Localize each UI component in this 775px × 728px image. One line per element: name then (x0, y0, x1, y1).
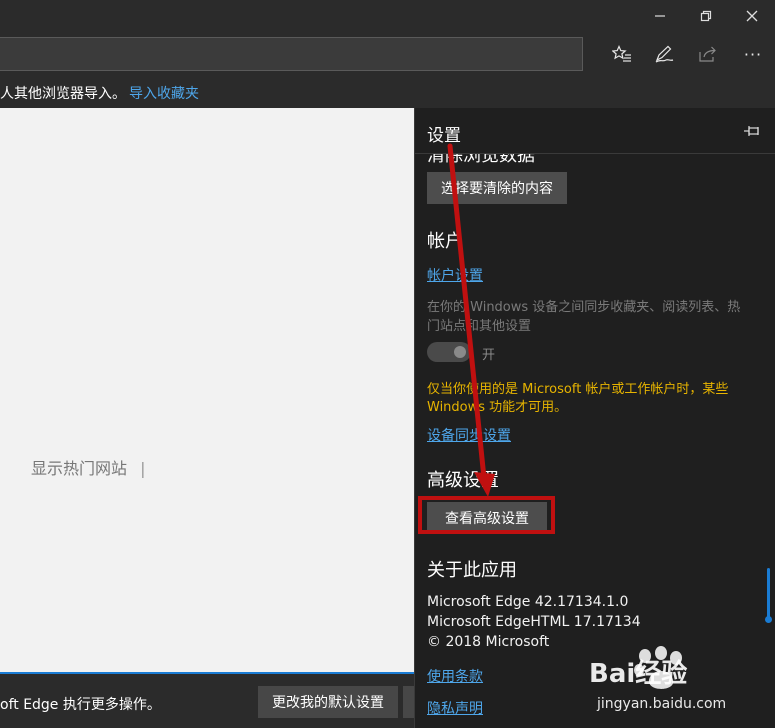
pen-icon (655, 45, 674, 63)
more-icon: ··· (743, 44, 763, 64)
pin-pane-button[interactable] (740, 120, 764, 142)
title-bar (0, 0, 775, 32)
favorites-button[interactable] (604, 38, 640, 70)
toggle-knob (454, 346, 466, 358)
restore-icon (700, 10, 712, 22)
edge-version: Microsoft Edge 42.17134.1.0 (427, 594, 629, 610)
show-top-sites-link[interactable]: 显示热门网站 | (31, 455, 146, 479)
notification-secondary-button[interactable] (403, 686, 414, 718)
notification-message: oft Edge 执行更多操作。 (0, 697, 161, 713)
new-tab-page: 显示热门网站 | (0, 108, 414, 674)
scrollbar-thumb-end (765, 616, 772, 623)
scrollbar-thumb[interactable] (767, 568, 770, 618)
account-settings-link[interactable]: 帐户设置 (427, 265, 483, 285)
sync-toggle[interactable] (427, 342, 471, 362)
settings-title: 设置 (427, 126, 461, 146)
settings-scrollbar[interactable] (765, 568, 772, 626)
advanced-heading: 高级设置 (427, 470, 499, 491)
share-icon (699, 46, 716, 62)
choose-clear-button[interactable]: 选择要清除的内容 (427, 172, 567, 204)
web-note-button[interactable] (646, 38, 682, 70)
change-default-button[interactable]: 更改我的默认设置 (258, 686, 398, 718)
copyright-text: © 2018 Microsoft (427, 634, 550, 650)
share-button[interactable] (690, 38, 726, 70)
sync-warning-line1: 仅当你使用的是 Microsoft 帐户或工作帐户时，某些 (427, 382, 729, 397)
terms-link[interactable]: 使用条款 (427, 666, 483, 686)
minimize-icon (655, 15, 665, 17)
edgehtml-version: Microsoft EdgeHTML 17.17134 (427, 614, 641, 630)
navigation-bar: ··· (0, 32, 775, 76)
account-heading: 帐户 (427, 231, 463, 252)
restore-button[interactable] (683, 0, 729, 32)
sync-description-line2: 门站点和其他设置 (427, 319, 532, 334)
watermark-brand: Bai经验 (589, 658, 687, 689)
close-window-button[interactable] (729, 0, 775, 32)
pin-icon (744, 126, 759, 136)
baidu-watermark: Bai经验 jingyan.baidu.com (589, 646, 726, 712)
text-cursor: | (140, 459, 146, 478)
settings-pane: 设置 清除浏览数据 选择要清除的内容 帐户 帐户设置 在你的 Windows 设… (414, 108, 775, 728)
watermark-url: jingyan.baidu.com (596, 696, 726, 712)
favorites-icon (612, 45, 631, 62)
address-bar[interactable] (0, 37, 583, 71)
import-favorites-link[interactable]: 导入收藏夹 (129, 83, 199, 103)
close-icon (746, 10, 758, 22)
sync-description-line1: 在你的 Windows 设备之间同步收藏夹、阅读列表、热 (427, 300, 741, 315)
settings-header: 设置 (415, 108, 775, 154)
about-heading: 关于此应用 (427, 560, 517, 581)
sync-warning-line2: Windows 功能才可用。 (427, 400, 568, 415)
privacy-link[interactable]: 隐私声明 (427, 698, 483, 718)
device-sync-link[interactable]: 设备同步设置 (427, 425, 511, 445)
minimize-button[interactable] (637, 0, 683, 32)
notification-bar: oft Edge 执行更多操作。 更改我的默认设置 (0, 676, 414, 728)
more-button[interactable]: ··· (735, 38, 771, 70)
top-sites-label: 显示热门网站 (31, 459, 128, 478)
import-hint-text: 人其他浏览器导入。 (0, 86, 126, 102)
sync-toggle-label: 开 (482, 348, 496, 363)
annotation-highlight-box (418, 496, 555, 534)
favorites-bar: 人其他浏览器导入。 导入收藏夹 (0, 76, 775, 108)
